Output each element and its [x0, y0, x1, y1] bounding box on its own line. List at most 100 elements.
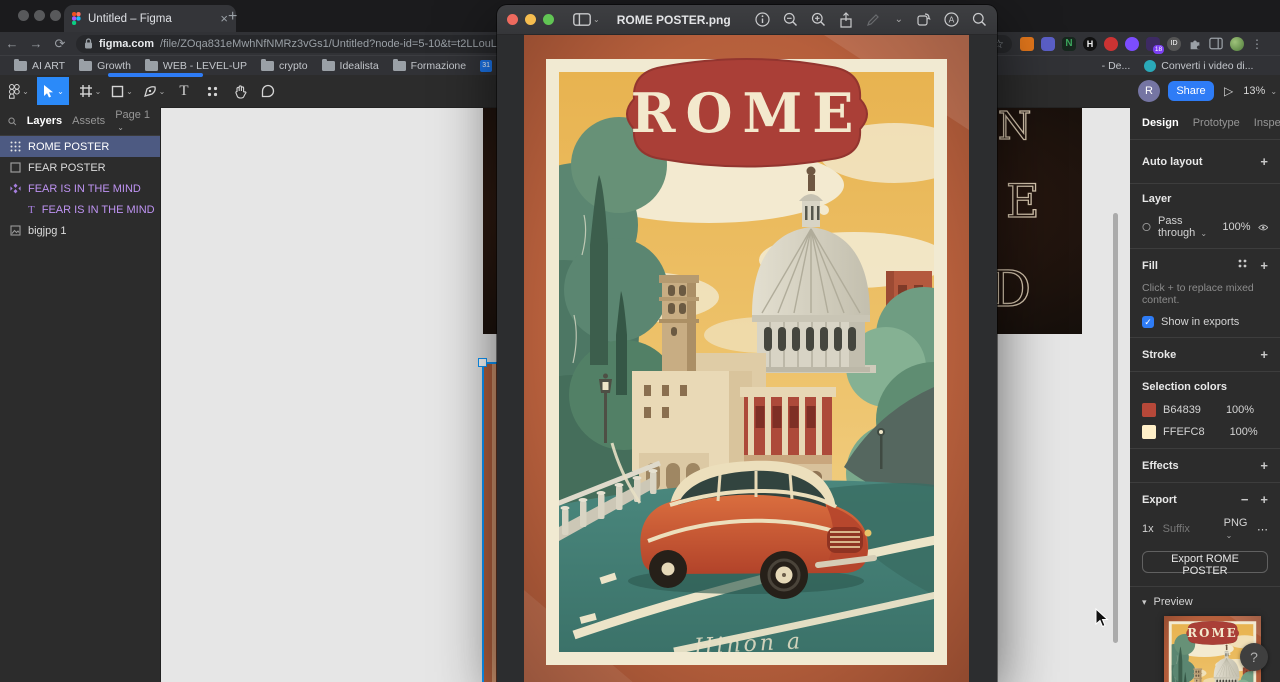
window-zoom-button[interactable] [50, 10, 61, 21]
share-button[interactable]: Share [1168, 81, 1214, 101]
selection-handle[interactable] [478, 358, 487, 367]
add-effect-button[interactable]: + [1260, 458, 1268, 473]
export-format-dropdown[interactable]: PNG ⌄ [1224, 517, 1250, 541]
profile-avatar[interactable] [1230, 36, 1244, 51]
export-suffix-input[interactable] [1160, 522, 1217, 536]
add-export-button[interactable]: + [1260, 492, 1268, 507]
remove-export-button[interactable]: − [1241, 492, 1249, 507]
zoom-in-icon[interactable] [811, 12, 826, 27]
layer-section-label: Layer [1142, 193, 1172, 205]
bookmark-item[interactable]: AI ART [14, 59, 65, 72]
tab-inspect[interactable]: Inspect [1254, 117, 1280, 129]
present-button[interactable]: ▷ [1224, 84, 1233, 98]
layer-row-rome-poster[interactable]: ROME POSTER [0, 136, 160, 157]
info-icon[interactable] [755, 12, 770, 27]
selection-color-row[interactable]: FFEFC8 100% [1142, 425, 1268, 439]
id-extension-icon[interactable]: ID [1167, 36, 1181, 51]
main-menu-button[interactable]: ⌄ [4, 77, 34, 105]
show-in-exports-checkbox[interactable]: ✓ [1142, 316, 1154, 328]
selection-color-row[interactable]: B64839 100% [1142, 403, 1268, 417]
reload-button[interactable]: ⟳ [48, 36, 72, 52]
sidebar-toggle-icon[interactable]: ⌄ [573, 13, 600, 26]
bookmark-item[interactable]: - De... [1102, 60, 1131, 72]
export-rome-poster-button[interactable]: Export ROME POSTER [1142, 551, 1268, 577]
add-stroke-button[interactable]: + [1260, 347, 1268, 362]
resources-tool-button[interactable] [198, 77, 226, 105]
folder-icon [392, 59, 406, 71]
tab-prototype[interactable]: Prototype [1193, 117, 1240, 129]
tab-assets[interactable]: Assets [72, 115, 105, 127]
search-icon[interactable] [8, 116, 17, 127]
chevron-down-icon: ⌄ [126, 86, 133, 96]
layer-opacity-input[interactable]: 100% [1222, 221, 1250, 233]
frame-tool-button[interactable]: ⌄ [74, 77, 106, 105]
preview-title-bar[interactable]: ⌄ ROME POSTER.png ⌄ A [497, 5, 997, 35]
purple-extension-icon[interactable] [1041, 36, 1055, 51]
hand-tool-button[interactable] [226, 77, 254, 105]
window-minimize-button[interactable] [34, 10, 45, 21]
preview-disclosure[interactable]: ▾ Preview [1142, 596, 1268, 608]
tab-layers[interactable]: Layers [27, 115, 62, 127]
preview-image-area[interactable]: Hinon a ROME [497, 35, 997, 682]
export-scale-dropdown[interactable]: 1x [1142, 523, 1154, 535]
layer-row-text[interactable]: T FEAR IS IN THE MIND [0, 199, 160, 220]
puzzle-extensions-icon[interactable] [1188, 37, 1202, 51]
maximize-button[interactable] [543, 14, 554, 25]
user-avatar[interactable]: R [1138, 80, 1160, 102]
screen: Untitled – Figma × + ← → ⟳ figma.com/fil… [0, 0, 1280, 682]
browser-menu-icon[interactable]: ⋮ [1251, 37, 1263, 51]
metamask-extension-icon[interactable] [1020, 36, 1034, 51]
back-button[interactable]: ← [0, 36, 24, 51]
color-swatch-red[interactable] [1142, 403, 1156, 417]
preview-app-window[interactable]: ⌄ ROME POSTER.png ⌄ A Hinon a ROME [497, 5, 997, 682]
pen-tool-button[interactable]: ⌄ [138, 77, 170, 105]
bookmark-item[interactable]: Formazione [392, 59, 466, 72]
move-tool-button[interactable]: ⌄ [37, 77, 69, 105]
search-icon[interactable] [972, 12, 987, 27]
h-extension-icon[interactable]: H [1083, 36, 1097, 51]
n-extension-icon[interactable]: N [1062, 36, 1076, 51]
comment-tool-button[interactable] [254, 77, 282, 105]
page-selector[interactable]: Page 1 ⌄ [115, 109, 152, 133]
tab-title: Untitled – Figma [88, 12, 172, 25]
text-tool-button[interactable]: T [170, 77, 198, 105]
rotate-icon[interactable] [916, 12, 931, 27]
forward-button[interactable]: → [24, 36, 48, 51]
layer-row-fear-poster[interactable]: FEAR POSTER [0, 157, 160, 178]
styles-icon[interactable] [1237, 258, 1248, 269]
bookmark-item[interactable]: Idealista [321, 59, 379, 72]
mouse-cursor [1095, 608, 1109, 628]
annotate-icon[interactable]: A [944, 12, 959, 27]
layer-row-image[interactable]: bigjpg 1 [0, 220, 160, 241]
sidebar-panel-icon[interactable] [1209, 37, 1223, 50]
stroke-label: Stroke [1142, 348, 1177, 361]
window-close-button[interactable] [18, 10, 29, 21]
help-button[interactable]: ? [1240, 643, 1268, 671]
bookmark-item[interactable]: Growth [79, 59, 131, 72]
zoom-level-dropdown[interactable]: 13% ⌄ [1243, 85, 1277, 97]
key-extension-icon[interactable] [1104, 36, 1118, 51]
export-more-button[interactable]: ⋯ [1257, 523, 1268, 536]
bookmark-item[interactable]: Converti i video di... [1144, 60, 1253, 72]
minimize-button[interactable] [525, 14, 536, 25]
tab-close-icon[interactable]: × [220, 12, 228, 25]
visibility-eye-icon[interactable] [1257, 223, 1268, 232]
bookmark-item[interactable]: crypto [260, 59, 308, 72]
close-button[interactable] [507, 14, 518, 25]
image-layer-icon [10, 225, 21, 236]
layer-row-component[interactable]: FEAR IS IN THE MIND [0, 178, 160, 199]
zoom-out-icon[interactable] [783, 12, 798, 27]
add-auto-layout-button[interactable]: + [1260, 154, 1268, 169]
badge-extension-icon[interactable]: 18 [1146, 36, 1164, 54]
purple-circle-extension-icon[interactable] [1125, 36, 1139, 51]
share-icon[interactable] [839, 11, 853, 28]
color-swatch-cream[interactable] [1142, 425, 1156, 439]
browser-tab[interactable]: Untitled – Figma × [64, 5, 236, 32]
blend-mode-dropdown[interactable]: Pass through ⌄ [1158, 215, 1215, 239]
tab-design[interactable]: Design [1142, 117, 1179, 129]
new-tab-button[interactable]: + [228, 8, 237, 26]
bookmark-item[interactable]: WEB - LEVEL-UP [144, 59, 247, 72]
canvas-scrollbar[interactable] [1113, 213, 1118, 643]
shape-tool-button[interactable]: ⌄ [106, 77, 138, 105]
add-fill-button[interactable]: + [1260, 258, 1268, 273]
